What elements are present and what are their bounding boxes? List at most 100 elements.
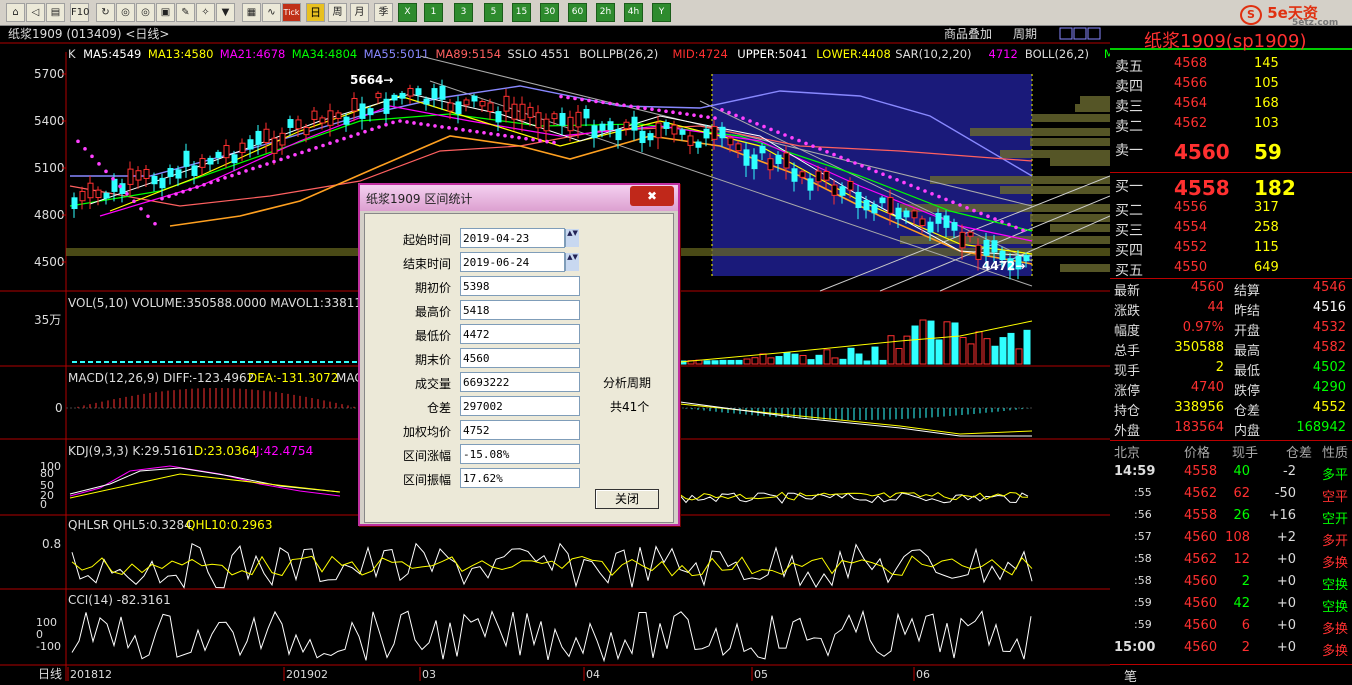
stat-field-7[interactable]: 297002 bbox=[460, 396, 580, 416]
sar-dot bbox=[601, 100, 605, 105]
toolbar-button-18[interactable]: X bbox=[398, 3, 417, 22]
sar-dot bbox=[972, 208, 976, 213]
sar-dot bbox=[440, 125, 444, 129]
toolbar-button-0[interactable]: ⌂ bbox=[6, 3, 25, 22]
stat-field-9[interactable]: -15.08% bbox=[460, 444, 580, 464]
volume-bar bbox=[759, 353, 767, 365]
toolbar-button-9[interactable]: ✧ bbox=[196, 3, 215, 22]
toolbar-button-20[interactable]: 3 bbox=[454, 3, 473, 22]
toolbar-button-10[interactable]: ▼ bbox=[216, 3, 235, 22]
toolbar-button-11[interactable]: ▦ bbox=[242, 3, 261, 22]
toolbar-button-12[interactable]: ∿ bbox=[262, 3, 281, 22]
sar-dot bbox=[272, 159, 276, 164]
sar-dot bbox=[230, 173, 234, 178]
toolbar-button-6[interactable]: ◎ bbox=[136, 3, 155, 22]
ask-volume: 103 bbox=[1254, 116, 1279, 131]
candle bbox=[679, 129, 686, 135]
candle bbox=[711, 126, 718, 140]
sar-dot bbox=[398, 119, 402, 123]
tick-volume: 40 bbox=[1233, 464, 1250, 479]
candle bbox=[655, 122, 662, 139]
candle bbox=[351, 97, 358, 112]
toolbar-button-5[interactable]: ◎ bbox=[116, 3, 135, 22]
toolbar-button-16[interactable]: 月 bbox=[350, 3, 369, 22]
stat-field-2[interactable]: 5398 bbox=[460, 276, 580, 296]
dialog-close-icon[interactable]: ✖ bbox=[630, 186, 674, 206]
stat-field-8[interactable]: 4752 bbox=[460, 420, 580, 440]
price-tick-1: 5400 bbox=[34, 114, 65, 128]
vol-profile-bar bbox=[1050, 224, 1110, 232]
toolbar-button-23[interactable]: 30 bbox=[540, 3, 559, 22]
toolbar-button-21[interactable]: 5 bbox=[484, 3, 503, 22]
volume-bar bbox=[823, 349, 831, 365]
candle bbox=[607, 121, 614, 131]
volume-bar bbox=[775, 356, 783, 365]
x-date-1: 201902 bbox=[286, 668, 328, 681]
tick-price: 4558 bbox=[1184, 464, 1218, 479]
volume-bar bbox=[727, 359, 735, 365]
stat-value: 4502 bbox=[1312, 360, 1346, 375]
close-button[interactable]: 关闭 bbox=[595, 489, 659, 509]
ask-price: 4562 bbox=[1174, 116, 1208, 131]
toolbar-button-3[interactable]: F10 bbox=[70, 3, 89, 22]
candle bbox=[455, 101, 462, 115]
toolbar-button-17[interactable]: 季 bbox=[374, 3, 393, 22]
stat-field-10[interactable]: 17.62% bbox=[460, 468, 580, 488]
candle bbox=[767, 158, 774, 171]
toolbar-button-8[interactable]: ✎ bbox=[176, 3, 195, 22]
date-picker-0[interactable]: 2019-04-23 bbox=[460, 228, 565, 248]
tick-oi-change: +0 bbox=[1276, 574, 1296, 589]
toolbar-button-2[interactable]: ▤ bbox=[46, 3, 65, 22]
field-label-7: 仓差 bbox=[426, 401, 451, 415]
tick-volume: 108 bbox=[1225, 530, 1250, 545]
sar-dot bbox=[104, 169, 108, 174]
sar-dot bbox=[195, 185, 199, 189]
tick-nature: 多换 bbox=[1322, 622, 1349, 637]
candle bbox=[95, 189, 102, 199]
commodity-overlay-button[interactable]: 商品叠加 bbox=[944, 26, 992, 41]
toolbar-button-22[interactable]: 15 bbox=[512, 3, 531, 22]
field-label-10: 区间振幅 bbox=[402, 473, 451, 487]
toolbar-button-19[interactable]: 1 bbox=[424, 3, 443, 22]
sar-dot bbox=[244, 169, 248, 173]
toolbar-button-7[interactable]: ▣ bbox=[156, 3, 175, 22]
toolbar-button-26[interactable]: 4h bbox=[624, 3, 643, 22]
kdj-tick-4: 0 bbox=[40, 498, 47, 511]
stat-field-3[interactable]: 5418 bbox=[460, 300, 580, 320]
candle bbox=[535, 112, 542, 129]
stat-field-5[interactable]: 4560 bbox=[460, 348, 580, 368]
ma-item-9: MID:4724 bbox=[673, 47, 728, 61]
candle bbox=[447, 102, 454, 112]
date-picker-1[interactable]: 2019-06-24 bbox=[460, 252, 565, 272]
toolbar-button-4[interactable]: ↻ bbox=[96, 3, 115, 22]
sar-dot bbox=[1007, 222, 1011, 227]
sar-dot bbox=[90, 154, 94, 159]
stat-field-4[interactable]: 4472 bbox=[460, 324, 580, 344]
spinner-icon-1[interactable]: ▲▼ bbox=[565, 253, 579, 271]
candle bbox=[207, 157, 214, 165]
toolbar-button-15[interactable]: 周 bbox=[328, 3, 347, 22]
period-button[interactable]: 周期 bbox=[1013, 27, 1037, 41]
candle bbox=[335, 112, 342, 119]
tick-nature: 多平 bbox=[1322, 468, 1349, 483]
sar-dot bbox=[251, 166, 255, 171]
toolbar-button-27[interactable]: Y bbox=[652, 3, 671, 22]
candle bbox=[343, 116, 350, 125]
stat-value: 168942 bbox=[1296, 420, 1346, 435]
sar-dot bbox=[671, 110, 675, 115]
candle bbox=[719, 126, 726, 139]
tick-volume: 62 bbox=[1233, 486, 1250, 501]
ma-item-14: BOLL(26,2) bbox=[1025, 47, 1089, 61]
spinner-icon-0[interactable]: ▲▼ bbox=[565, 229, 579, 247]
tick-row-0: 14:59 4558 40 -2 多平 bbox=[1110, 464, 1352, 484]
sar-dot bbox=[433, 124, 437, 128]
candle bbox=[79, 190, 86, 202]
toolbar-button-14[interactable]: 日 bbox=[306, 3, 325, 22]
candle bbox=[639, 130, 646, 144]
toolbar-button-25[interactable]: 2h bbox=[596, 3, 615, 22]
dialog-body: 起始时间 2019-04-23 ▲▼ 结束时间 2019-06-24 ▲▼ 期初价 5398 最… bbox=[364, 213, 674, 523]
stat-field-6[interactable]: 6693222 bbox=[460, 372, 580, 392]
toolbar-button-13[interactable]: Tick bbox=[282, 3, 301, 22]
toolbar-button-1[interactable]: ◁ bbox=[26, 3, 45, 22]
toolbar-button-24[interactable]: 60 bbox=[568, 3, 587, 22]
